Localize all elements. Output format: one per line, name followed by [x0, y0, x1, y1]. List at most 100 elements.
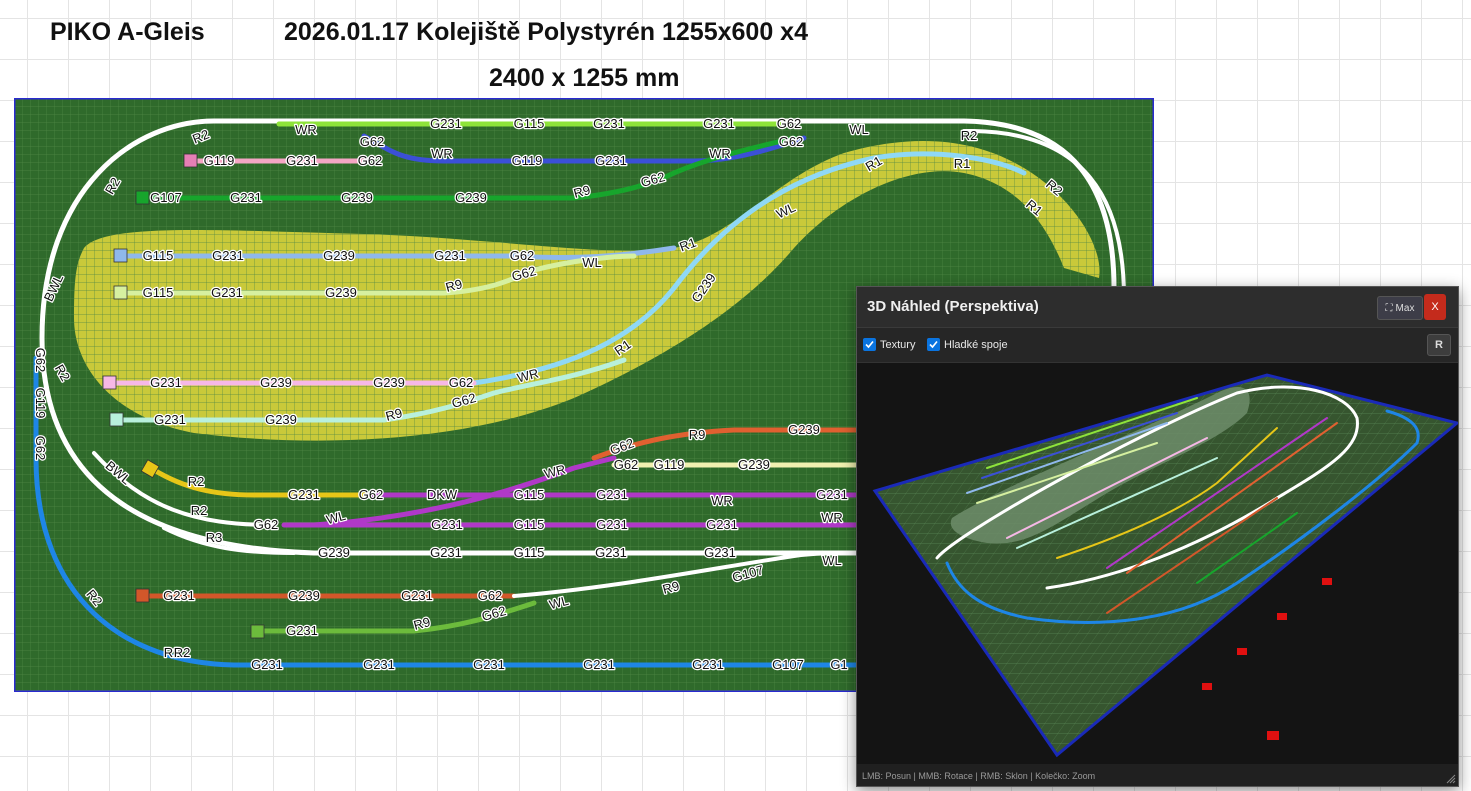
track-label: G231 — [596, 517, 628, 532]
track-label: G115 — [143, 248, 174, 263]
track-label: G62 — [358, 153, 383, 168]
close-icon: X — [1431, 301, 1439, 313]
track-label: G62 — [33, 348, 48, 373]
track-label: G231 — [288, 487, 320, 502]
track-label: R2 — [191, 503, 208, 518]
track-label: G231 — [286, 623, 318, 638]
track-label: G62 — [33, 436, 48, 461]
track-label: G239 — [318, 545, 350, 560]
smooth-joints-label: Hladké spoje — [944, 338, 1008, 351]
track-label: G62 — [359, 487, 384, 502]
controls-hint: LMB: Posun | MMB: Rotace | RMB: Sklon | … — [862, 771, 1096, 781]
preview-3d-window[interactable]: 3D Náhled (Perspektiva) ⛶ Max X Textury … — [856, 286, 1459, 787]
track-label: WR — [431, 146, 453, 161]
track-label: G239 — [260, 375, 292, 390]
track-label: G62 — [777, 116, 802, 131]
track-label: WR — [711, 493, 733, 508]
track-label: G231 — [583, 657, 615, 672]
textures-checkbox[interactable]: Textury — [863, 338, 915, 351]
track-label: G231 — [430, 545, 462, 560]
track-label: G231 — [704, 545, 736, 560]
track-label: DKW — [427, 487, 458, 502]
track-label: G239 — [323, 248, 355, 263]
track-label: G231 — [212, 248, 244, 263]
track-label: WL — [849, 122, 869, 137]
3d-scene-svg[interactable] — [857, 363, 1458, 764]
window-titlebar[interactable]: 3D Náhled (Perspektiva) ⛶ Max X — [857, 287, 1458, 328]
track-label: G239 — [788, 422, 820, 437]
track-label: G119 — [654, 457, 685, 472]
checkbox-check-icon[interactable] — [927, 338, 940, 351]
track-label: G231 — [430, 116, 462, 131]
track-label: G231 — [473, 657, 505, 672]
track-label: G62 — [449, 375, 474, 390]
smooth-joints-checkbox[interactable]: Hladké spoje — [927, 338, 1008, 351]
maximize-label: Max — [1395, 302, 1415, 314]
track-label: WR — [821, 510, 843, 525]
track-label: G231 — [692, 657, 724, 672]
track-label: G115 — [514, 517, 545, 532]
track-label: G231 — [703, 116, 735, 131]
layout-brand-title: PIKO A-Gleis — [50, 18, 205, 46]
track-label: G231 — [816, 487, 848, 502]
track-label: G62 — [254, 517, 279, 532]
track-label: G231 — [230, 190, 262, 205]
track-label: R9 — [689, 427, 706, 442]
track-label: G119 — [204, 153, 235, 168]
track-label: G239 — [325, 285, 357, 300]
track-label: G231 — [150, 375, 182, 390]
track-label: G239 — [373, 375, 405, 390]
track-label: G62 — [478, 588, 503, 603]
fullscreen-icon: ⛶ — [1385, 302, 1393, 314]
track-label: R2 — [188, 474, 205, 489]
checkbox-check-icon[interactable] — [863, 338, 876, 351]
resize-grip-icon[interactable] — [1446, 774, 1456, 784]
track-label: G239 — [341, 190, 373, 205]
track-label: G231 — [434, 248, 466, 263]
3d-viewport[interactable] — [857, 363, 1458, 764]
track-label: G231 — [596, 487, 628, 502]
track-label: G231 — [211, 285, 243, 300]
track-label: G62 — [614, 457, 639, 472]
track-label: R3 — [206, 530, 223, 545]
close-button[interactable]: X — [1424, 294, 1446, 320]
window-title: 3D Náhled (Perspektiva) — [867, 298, 1039, 315]
layout-title: 2026.01.17 Kolejiště Polystyrén 1255x600… — [284, 18, 808, 46]
track-label: G119 — [512, 153, 543, 168]
track-label: WR — [295, 122, 317, 137]
track-label: G239 — [288, 588, 320, 603]
track-label: G62 — [779, 134, 804, 149]
track-label: G115 — [514, 487, 545, 502]
track-label: WL — [582, 255, 602, 270]
track-label: G231 — [363, 657, 395, 672]
track-label: WL — [822, 553, 842, 568]
track-label: G119 — [33, 388, 48, 419]
track-label: G231 — [431, 517, 463, 532]
track-label: G115 — [143, 285, 174, 300]
track-label: G231 — [595, 153, 627, 168]
track-label: G107 — [150, 190, 182, 205]
track-label: G231 — [706, 517, 738, 532]
track-label: G231 — [154, 412, 186, 427]
track-label: R1 — [954, 156, 971, 171]
track-label: G115 — [514, 116, 545, 131]
track-label: R2 — [174, 645, 191, 660]
track-label: G231 — [593, 116, 625, 131]
track-label: G231 — [401, 588, 433, 603]
track-label: G231 — [251, 657, 283, 672]
track-label: G1 — [830, 657, 847, 672]
track-label: G231 — [163, 588, 195, 603]
track-label: G62 — [510, 248, 535, 263]
track-label: G239 — [455, 190, 487, 205]
track-label: G239 — [738, 457, 770, 472]
track-label: G231 — [286, 153, 318, 168]
track-label: G239 — [265, 412, 297, 427]
track-label: G62 — [360, 134, 385, 149]
track-label: WR — [709, 146, 731, 161]
track-label: G107 — [772, 657, 804, 672]
reset-view-button[interactable]: R — [1427, 334, 1451, 356]
track-label: R2 — [961, 128, 978, 143]
maximize-button[interactable]: ⛶ Max — [1377, 296, 1423, 320]
track-label: G115 — [514, 545, 545, 560]
preview-toolbar: Textury Hladké spoje R — [857, 328, 1458, 363]
